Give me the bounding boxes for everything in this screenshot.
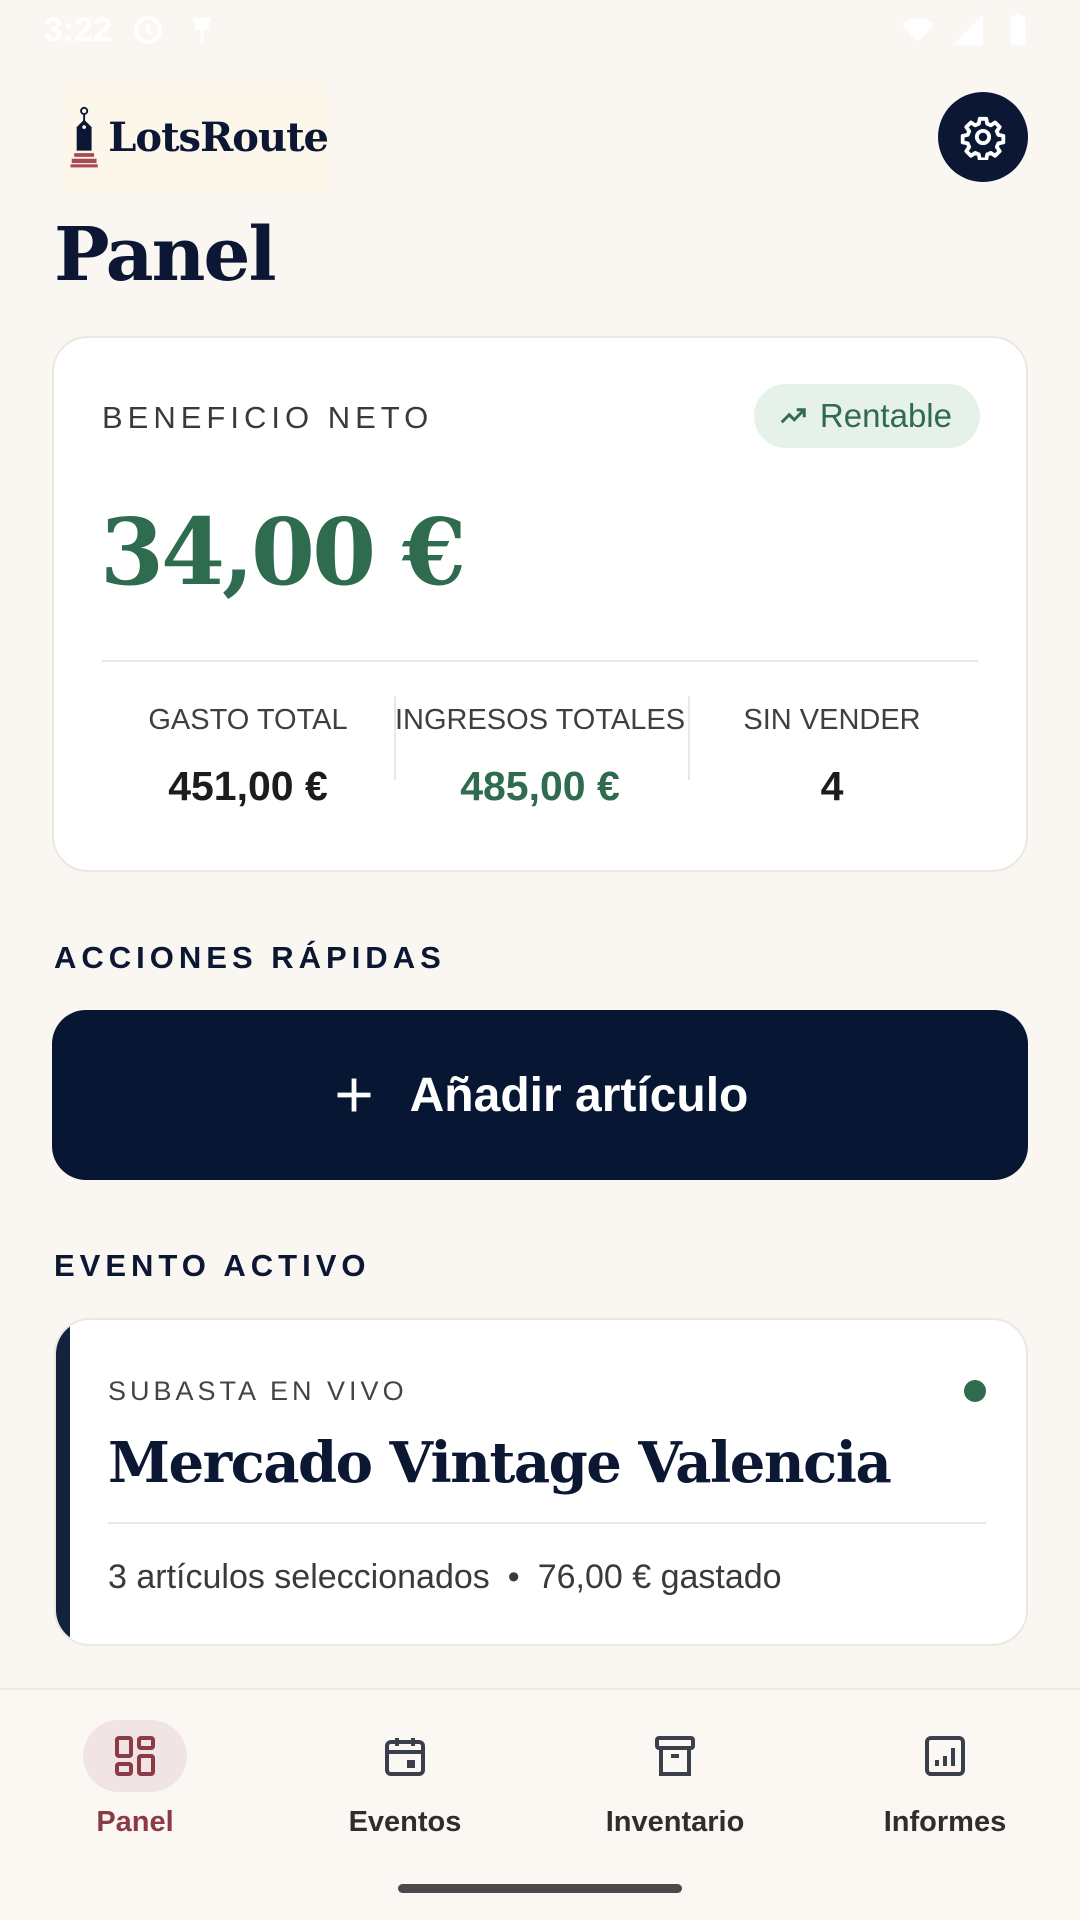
event-spent: 76,00 € gastado [537, 1558, 782, 1596]
battery-icon [1000, 12, 1036, 48]
stat-separator [688, 696, 690, 780]
trending-up-icon [780, 408, 806, 424]
stat-value: 4 [820, 763, 844, 809]
dashboard-icon [115, 1736, 155, 1776]
status-left: 3:22 [44, 11, 220, 50]
stat-total-income: INGRESOS TOTALES 485,00 € [394, 704, 686, 814]
signal-icon [950, 12, 986, 48]
live-status-dot [964, 1380, 986, 1402]
stat-unsold: SIN VENDER 4 [686, 704, 978, 814]
event-divider [108, 1522, 986, 1524]
card-divider [102, 660, 978, 662]
nav-icon-wrap [893, 1720, 997, 1792]
nav-icon-wrap [623, 1720, 727, 1792]
event-meta: 3 artículos seleccionados • 76,00 € gast… [108, 1558, 782, 1597]
calendar-icon [385, 1738, 425, 1776]
status-badge: Rentable [753, 384, 980, 448]
logo-text: LotsRoute [108, 113, 329, 161]
status-right [900, 12, 1036, 48]
vpn-key-icon [130, 12, 166, 48]
net-profit-value: 34,00 € [100, 498, 466, 606]
active-event-card[interactable]: SUBASTA EN VIVO Mercado Vintage Valencia… [54, 1318, 1028, 1646]
stat-total-expense: GASTO TOTAL 451,00 € [102, 704, 394, 814]
archive-icon [655, 1736, 695, 1776]
event-name: Mercado Vintage Valencia [108, 1430, 892, 1496]
add-item-label: Añadir artículo [409, 1068, 749, 1122]
event-items-count: 3 artículos seleccionados [108, 1558, 490, 1596]
meta-separator: • [507, 1558, 520, 1596]
nav-label: Informes [883, 1806, 1007, 1838]
price-tag-icon [70, 106, 98, 168]
event-accent-bar [56, 1320, 70, 1644]
net-profit-card: BENEFICIO NETO Rentable 34,00 € GASTO TO… [52, 336, 1028, 872]
app-logo: LotsRoute [62, 82, 329, 192]
settings-button[interactable] [938, 92, 1028, 182]
plus-icon [337, 1078, 371, 1112]
nav-label: Inventario [605, 1806, 745, 1838]
net-profit-label: BENEFICIO NETO [102, 400, 434, 435]
nav-label: Panel [96, 1806, 174, 1838]
nav-label: Eventos [348, 1806, 462, 1838]
notification-icon [184, 12, 220, 48]
add-item-button[interactable]: Añadir artículo [52, 1010, 1028, 1180]
chart-icon [925, 1736, 965, 1776]
home-indicator[interactable] [398, 1884, 682, 1893]
stat-value: 485,00 € [460, 763, 620, 809]
stat-label: INGRESOS TOTALES [394, 704, 686, 736]
stat-separator [394, 696, 396, 780]
stat-value: 451,00 € [168, 763, 328, 809]
nav-item-inventario[interactable]: Inventario [575, 1720, 775, 1839]
nav-item-informes[interactable]: Informes [845, 1720, 1045, 1839]
status-time: 3:22 [44, 10, 113, 49]
stats-row: GASTO TOTAL 451,00 € INGRESOS TOTALES 48… [102, 704, 978, 814]
gear-icon [960, 116, 1006, 160]
status-bar: 3:22 [0, 0, 1080, 60]
stat-label: GASTO TOTAL [148, 704, 348, 736]
nav-item-panel[interactable]: Panel [35, 1720, 235, 1839]
status-badge-label: Rentable [819, 397, 952, 434]
active-event-heading: EVENTO ACTIVO [54, 1248, 371, 1283]
nav-icon-highlight [83, 1720, 187, 1792]
event-type: SUBASTA EN VIVO [108, 1376, 408, 1406]
wifi-icon [900, 12, 936, 48]
quick-actions-heading: ACCIONES RÁPIDAS [54, 940, 446, 975]
page-title: Panel [54, 212, 277, 298]
stat-label: SIN VENDER [743, 704, 921, 736]
nav-item-eventos[interactable]: Eventos [305, 1720, 505, 1839]
nav-icon-wrap [353, 1720, 457, 1792]
